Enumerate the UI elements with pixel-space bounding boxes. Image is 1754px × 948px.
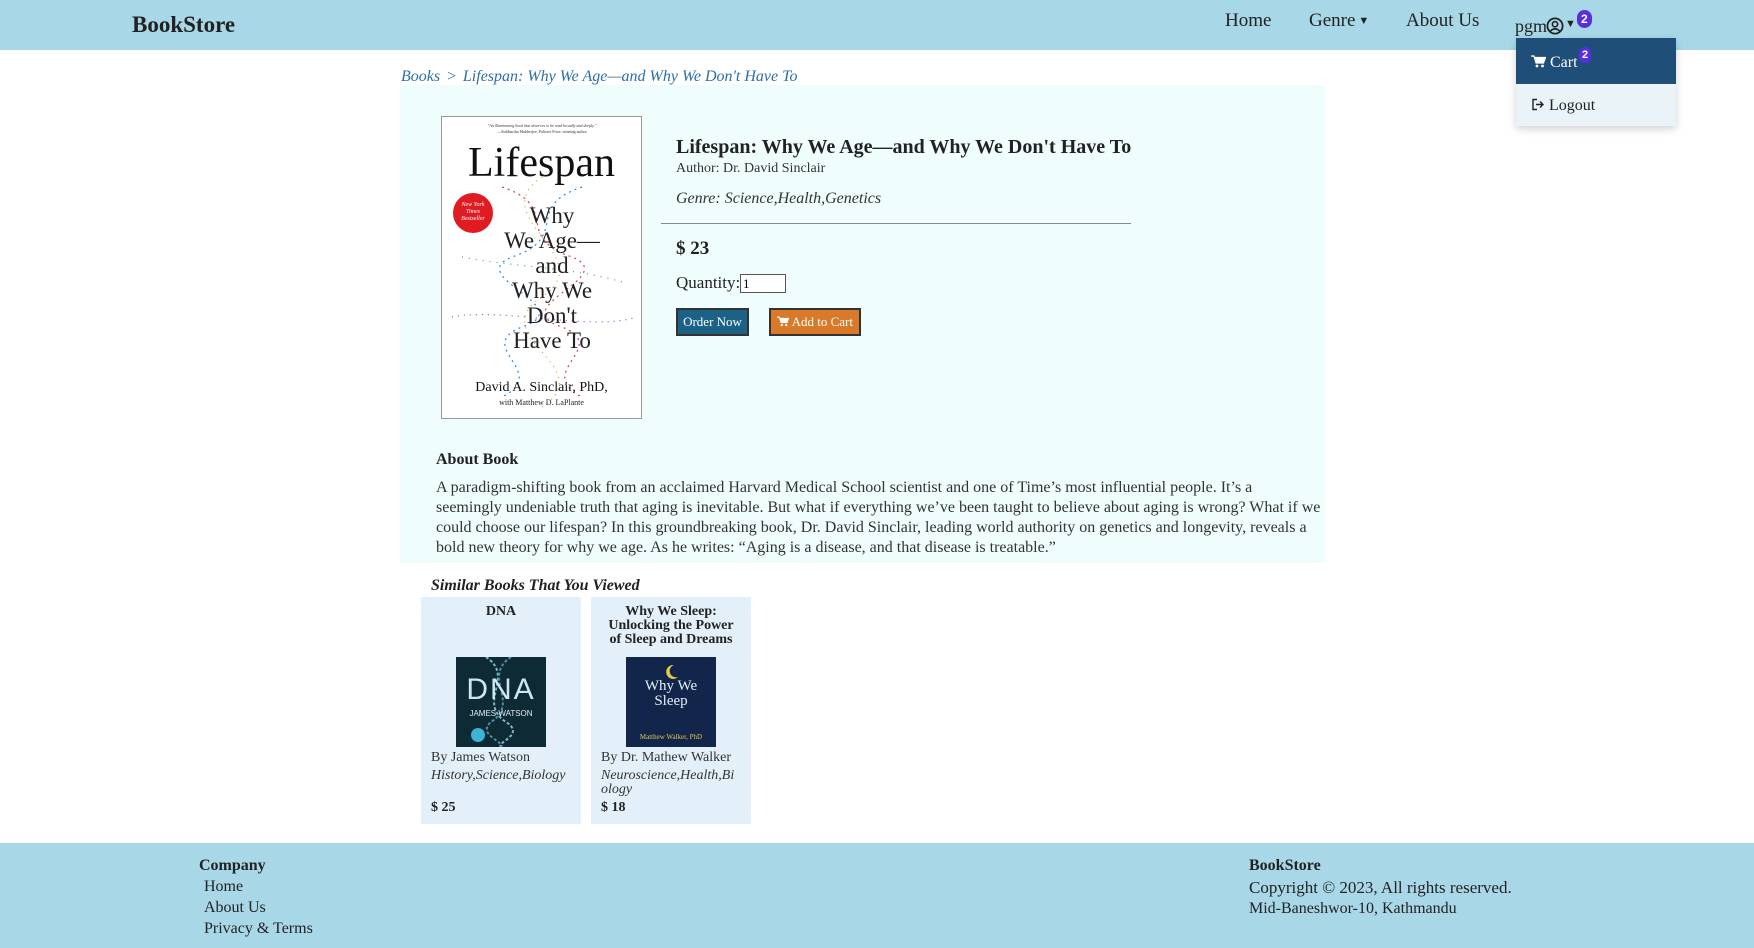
footer-copyright: Copyright © 2023, All rights reserved. bbox=[1249, 878, 1512, 897]
similar-book-card[interactable]: DNA DNA JAMES WATSON By James Watson His… bbox=[421, 597, 581, 824]
breadcrumb-separator: > bbox=[446, 68, 457, 85]
nav-genre-label: Genre bbox=[1309, 10, 1356, 31]
divider bbox=[661, 223, 1131, 224]
similar-book-cover-title-line: Sleep bbox=[654, 693, 688, 709]
similar-book-author: By Dr. Mathew Walker bbox=[601, 750, 732, 765]
cover-badge-line: Bestseller bbox=[461, 216, 485, 222]
shopping-cart-icon bbox=[777, 316, 790, 327]
about-book-heading: About Book bbox=[436, 451, 519, 468]
similar-book-cover[interactable]: DNA JAMES WATSON bbox=[456, 657, 546, 747]
user-menu-toggle[interactable]: pgm ▼ bbox=[1515, 16, 1576, 37]
quantity-label: Quantity: bbox=[676, 273, 741, 292]
nav-genre-dropdown[interactable]: Genre ▼ bbox=[1309, 10, 1369, 32]
dropdown-item-logout[interactable]: Logout bbox=[1516, 84, 1676, 126]
footer-link-about[interactable]: About Us bbox=[204, 899, 266, 917]
book-cover-image: "An illuminating book that deserves to b… bbox=[441, 116, 642, 419]
breadcrumb-books-link[interactable]: Books bbox=[401, 68, 440, 85]
footer-company-heading: Company bbox=[199, 857, 266, 874]
quantity-input[interactable] bbox=[740, 274, 786, 293]
cart-count-badge: 2 bbox=[1577, 10, 1592, 28]
similar-book-cover-title-line: Why We bbox=[644, 678, 698, 694]
book-title: Lifespan: Why We Age—and Why We Don't Ha… bbox=[676, 136, 1132, 158]
sign-out-icon bbox=[1532, 98, 1544, 111]
cover-quote-line2: —Siddhartha Mukherjee, Pulitzer Prize–wi… bbox=[497, 129, 587, 134]
similar-books-heading: Similar Books That You Viewed bbox=[431, 577, 640, 594]
book-author: Author: Dr. David Sinclair bbox=[676, 161, 826, 176]
footer: Company Home About Us Privacy & Terms Bo… bbox=[0, 843, 1754, 948]
dropdown-cart-label: Cart bbox=[1550, 54, 1578, 71]
nav-about-link[interactable]: About Us bbox=[1406, 10, 1479, 32]
about-book-text: A paradigm-shifting book from an acclaim… bbox=[436, 479, 1321, 556]
caret-down-icon: ▼ bbox=[1565, 18, 1576, 30]
user-circle-icon bbox=[1546, 17, 1564, 35]
username: pgm bbox=[1515, 16, 1548, 36]
cover-badge-line: New York bbox=[461, 202, 485, 208]
similar-book-card[interactable]: Why We Sleep: Unlocking the Power of Sle… bbox=[591, 597, 751, 824]
cover-subtitle-line: and bbox=[535, 253, 569, 278]
footer-link-home[interactable]: Home bbox=[204, 878, 243, 896]
top-navbar: BookStore Home Genre ▼ About Us pgm ▼ 2 bbox=[0, 0, 1754, 50]
breadcrumb-current[interactable]: Lifespan: Why We Age—and Why We Don't Ha… bbox=[463, 68, 798, 85]
brand-logo[interactable]: BookStore bbox=[132, 12, 235, 38]
order-now-button[interactable]: Order Now bbox=[676, 308, 749, 336]
similar-book-author: By James Watson bbox=[431, 750, 530, 765]
footer-link-privacy[interactable]: Privacy & Terms bbox=[204, 920, 313, 938]
book-price: $ 23 bbox=[676, 238, 710, 259]
similar-book-cover-title: Why We Sleep bbox=[626, 679, 716, 709]
cover-bestseller-badge: New York Times Bestseller bbox=[453, 193, 493, 233]
shopping-cart-icon bbox=[1531, 55, 1547, 68]
similar-book-cover-author: JAMES WATSON bbox=[469, 709, 533, 718]
similar-book-genre: Neuroscience,Health,Biology bbox=[601, 768, 735, 797]
dropdown-item-cart[interactable]: Cart 2 bbox=[1516, 38, 1676, 84]
cover-subtitle-line: Don't bbox=[526, 303, 578, 328]
similar-book-cover[interactable]: Why We Sleep Matthew Walker, PhD bbox=[626, 657, 716, 747]
cover-badge-line: Times bbox=[465, 209, 480, 215]
cover-subtitle-line: Why bbox=[529, 203, 575, 228]
add-to-cart-label: Add to Cart bbox=[791, 314, 853, 329]
similar-book-cover-title: DNA bbox=[466, 673, 536, 706]
cover-quote-line1: "An illuminating book that deserves to b… bbox=[487, 123, 597, 128]
add-to-cart-button[interactable]: Add to Cart bbox=[769, 308, 861, 336]
similar-book-cover-author: Matthew Walker, PhD bbox=[639, 733, 703, 741]
nav-home-link[interactable]: Home bbox=[1225, 10, 1271, 32]
cover-subtitle-line: Have To bbox=[513, 328, 591, 353]
caret-down-icon: ▼ bbox=[1358, 15, 1370, 27]
similar-book-genre: History,Science,Biology bbox=[431, 768, 566, 783]
similar-book-title[interactable]: Why We Sleep: Unlocking the Power of Sle… bbox=[601, 605, 741, 647]
cover-subtitle-line: We Age— bbox=[504, 228, 600, 253]
similar-book-price: $ 18 bbox=[601, 800, 626, 815]
cover-coauthor: with Matthew D. LaPlante bbox=[499, 398, 584, 407]
footer-brand: BookStore bbox=[1249, 857, 1321, 874]
similar-book-title[interactable]: DNA bbox=[431, 605, 571, 619]
cover-title: Lifespan bbox=[468, 140, 615, 186]
cover-author: David A. Sinclair, PhD, bbox=[475, 380, 608, 395]
cover-subtitle-line: Why We bbox=[511, 278, 593, 303]
footer-address: Mid-Baneshwor-10, Kathmandu bbox=[1249, 900, 1457, 917]
cover-subtitle: Why We Age— and Why We Don't Have To bbox=[472, 203, 632, 353]
user-dropdown-menu: Cart 2 Logout bbox=[1516, 38, 1676, 126]
dropdown-logout-label: Logout bbox=[1549, 97, 1596, 114]
similar-book-price: $ 25 bbox=[431, 800, 456, 815]
book-genre: Genre: Science,Health,Genetics bbox=[676, 190, 882, 207]
breadcrumb: Books > Lifespan: Why We Age—and Why We Do… bbox=[401, 68, 798, 86]
dropdown-cart-badge: 2 bbox=[1579, 47, 1592, 63]
